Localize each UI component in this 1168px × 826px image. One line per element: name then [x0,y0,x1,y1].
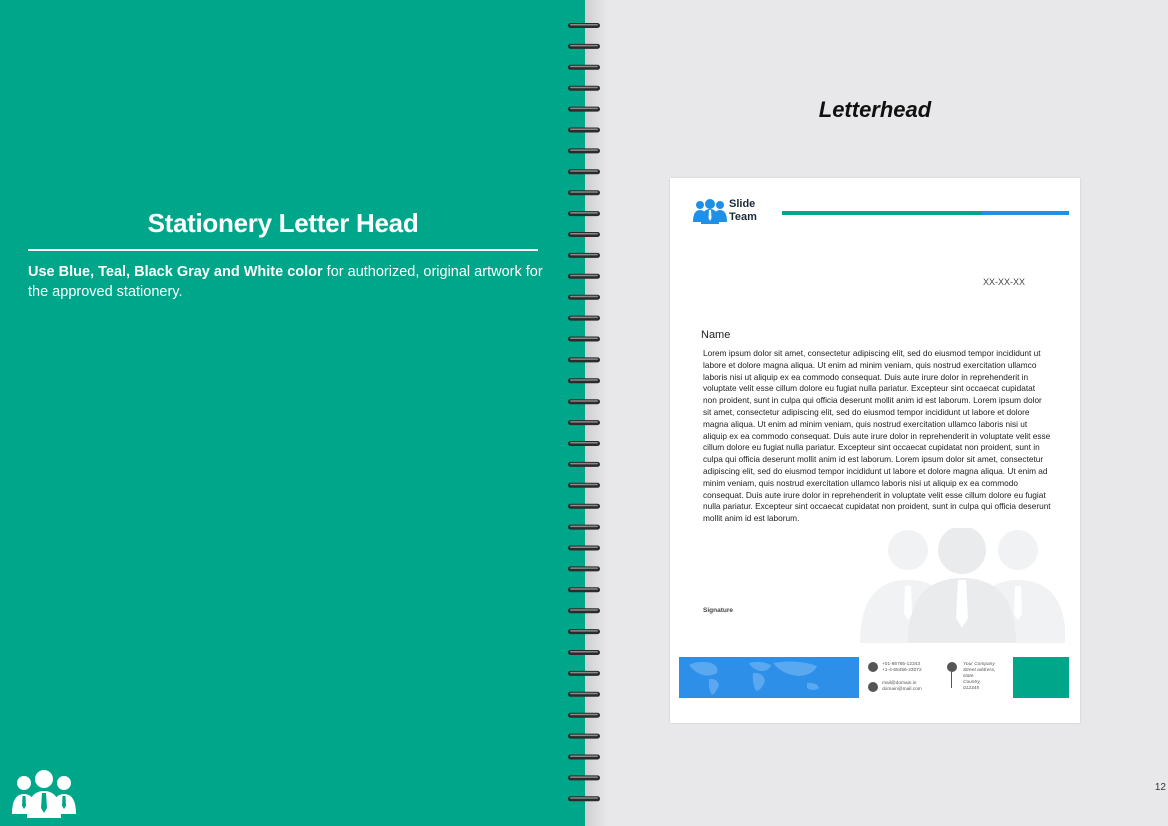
team-people-icon [12,770,76,818]
spiral-ring [568,524,600,530]
spiral-ring [568,608,600,614]
spiral-ring [568,712,600,718]
spiral-ring [568,336,600,342]
world-map-banner [679,657,859,698]
spiral-ring [568,482,600,488]
team-watermark-icon [860,528,1065,643]
spiral-ring [568,211,600,217]
spiral-ring [568,190,600,196]
description-emphasis: Use Blue, Teal, Black Gray and White col… [28,264,323,280]
spiral-ring [568,566,600,572]
team-logo-icon [693,199,727,224]
brand-line-2: Team [729,211,757,223]
spiral-ring [568,733,600,739]
spiral-ring [568,127,600,133]
spiral-ring [568,670,600,676]
spiral-ring [568,629,600,635]
left-page: Stationery Letter Head Use Blue, Teal, B… [0,0,585,826]
spiral-ring [568,754,600,760]
spiral-ring [568,106,600,112]
letter-date: XX-XX-XX [983,277,1026,287]
spiral-ring [568,43,600,49]
section-title: Stationery Letter Head [147,208,419,238]
letterhead-sheet: Slide Team XX-XX-XX Name Lorem ipsum dol… [670,178,1080,723]
spiral-ring [568,420,600,426]
spiral-ring [568,85,600,91]
phone-numbers: +01-86765-12343 +1-4-65456-23072 [882,662,922,674]
phone-number-2: +1-4-65456-23072 [882,668,922,673]
title-divider [28,249,538,251]
spiral-ring [568,148,600,154]
spiral-ring [568,587,600,593]
spiral-ring [568,691,600,697]
section-description: Use Blue, Teal, Black Gray and White col… [28,262,558,302]
spiral-ring [568,232,600,237]
recipient-name: Name [701,329,731,341]
spiral-ring [568,399,600,405]
spiral-ring [568,441,600,446]
brand-line-1: Slide [729,198,756,210]
spiral-ring [568,796,600,802]
email-2: domain@mail.com [882,687,922,692]
spiral-ring [568,378,600,384]
header-bar-teal [782,211,982,215]
page-title: Letterhead [818,97,932,122]
spiral-ring [568,545,600,551]
spiral-ring [568,315,600,321]
address-line-5: 012345 [963,686,980,691]
location-pin-icon [947,662,957,672]
location-line [951,672,952,688]
spiral-ring [568,503,600,509]
page-number: 12 [1154,782,1166,793]
letter-body: Lorem ipsum dolor sit amet, consectetur … [703,348,1051,524]
spiral-ring [568,169,600,175]
header-bar-blue [982,211,1069,215]
spiral-ring [568,64,600,70]
phone-icon [868,662,878,672]
world-map-icon [689,661,819,695]
spiral-ring [568,23,600,28]
spiral-ring [568,273,600,279]
footer-teal-block [1013,657,1069,698]
brand-name: Slide Team [729,198,757,224]
spiral-ring [568,461,600,467]
mail-icon [868,682,878,692]
company-address: Your Company Street address, state Count… [963,662,996,692]
spiral-ring [568,775,600,781]
spiral-ring [568,357,600,363]
spiral-ring [568,252,600,258]
spiral-ring [568,650,600,655]
signature-label: Signature [703,607,733,614]
spiral-ring [568,294,600,300]
email-addresses: mail@domain.in domain@mail.com [882,681,922,693]
spiral-binding [568,23,600,802]
